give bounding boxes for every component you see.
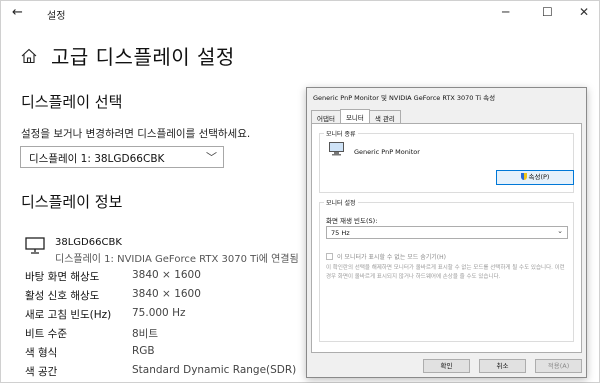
info-label: 색 형식	[25, 347, 58, 359]
hide-modes-label: 이 모니터가 표시할 수 없는 모드 숨기기(H)	[337, 254, 446, 261]
monitor-type-group: 모니터 종류 Generic PnP Monitor 속성(P)	[319, 129, 574, 193]
monitor-type-name: Generic PnP Monitor	[354, 148, 420, 156]
tab-adapter[interactable]: 어댑터	[311, 110, 341, 123]
monitor-name: 38LGD66CBK	[55, 237, 122, 248]
chevron-down-icon: ﹀	[206, 151, 217, 164]
minimize-button[interactable]: ─	[502, 5, 509, 19]
refresh-rate-value: 75 Hz	[331, 229, 350, 237]
monitor-icon	[329, 142, 344, 156]
warning-text: 이 확인란의 선택을 해제하면 모니터가 올바르게 표시할 수 없는 모드를 선…	[326, 265, 565, 280]
home-icon	[21, 48, 37, 63]
checkbox[interactable]	[326, 253, 333, 260]
info-value: Standard Dynamic Range(SDR)	[132, 364, 297, 376]
group-title: 모니터 종류	[324, 129, 358, 138]
properties-button[interactable]: 속성(P)	[496, 170, 574, 185]
info-value: 3840 × 1600	[132, 269, 201, 281]
section-heading-info: 디스플레이 정보	[21, 193, 123, 211]
monitor-tab-panel: 모니터 종류 Generic PnP Monitor 속성(P) 모니터 설정 …	[311, 123, 582, 353]
monitor-connection: 디스플레이 1: NVIDIA GeForce RTX 3070 Ti에 연결됨	[55, 254, 299, 265]
monitor-properties-dialog: Generic PnP Monitor 및 NVIDIA GeForce RTX…	[306, 87, 587, 378]
info-value: 75.000 Hz	[132, 307, 186, 319]
back-arrow-icon[interactable]: ←	[12, 5, 23, 20]
page-title: 고급 디스플레이 설정	[51, 45, 235, 69]
section-heading-select: 디스플레이 선택	[21, 93, 123, 111]
cancel-button[interactable]: 취소	[479, 359, 526, 373]
apply-button[interactable]: 적용(A)	[535, 359, 582, 373]
info-label: 색 공간	[25, 366, 58, 378]
select-description: 설정을 보거나 변경하려면 디스플레이를 선택하세요.	[21, 128, 251, 140]
shield-icon	[520, 173, 527, 180]
page-header: 고급 디스플레이 설정	[21, 41, 235, 70]
display-dropdown[interactable]: 디스플레이 1: 38LGD66CBK ﹀	[20, 146, 224, 168]
info-label: 새로 고침 빈도(Hz)	[25, 309, 112, 321]
info-label: 비트 수준	[25, 328, 67, 340]
info-value: 3840 × 1600	[132, 288, 201, 300]
group-title: 모니터 설정	[324, 198, 358, 207]
info-label: 바탕 화면 해상도	[25, 271, 100, 283]
tab-color-management[interactable]: 색 관리	[368, 110, 401, 123]
refresh-rate-label: 화면 재생 빈도(S):	[326, 217, 378, 225]
monitor-settings-group: 모니터 설정 화면 재생 빈도(S): 75 Hz ⌄ 이 모니터가 표시할 수…	[319, 198, 574, 342]
info-value: 8비트	[132, 328, 159, 340]
window-title: 설정	[47, 11, 66, 22]
info-value: RGB	[132, 345, 155, 357]
info-label: 활성 신호 해상도	[25, 290, 100, 302]
chevron-down-icon: ⌄	[557, 227, 563, 235]
tab-monitor[interactable]: 모니터	[339, 109, 370, 124]
close-button[interactable]: ✕	[579, 5, 589, 19]
hide-modes-checkbox[interactable]: 이 모니터가 표시할 수 없는 모드 숨기기(H)	[326, 252, 446, 261]
properties-button-label: 속성(P)	[528, 173, 550, 181]
ok-button[interactable]: 확인	[423, 359, 470, 373]
maximize-button[interactable]: ☐	[542, 5, 553, 19]
refresh-rate-select[interactable]: 75 Hz ⌄	[326, 226, 568, 239]
dialog-title: Generic PnP Monitor 및 NVIDIA GeForce RTX…	[313, 94, 496, 102]
title-bar: ← 설정 ─ ☐ ✕	[1, 1, 600, 27]
monitor-icon	[25, 237, 45, 254]
display-dropdown-value: 디스플레이 1: 38LGD66CBK	[29, 153, 165, 165]
